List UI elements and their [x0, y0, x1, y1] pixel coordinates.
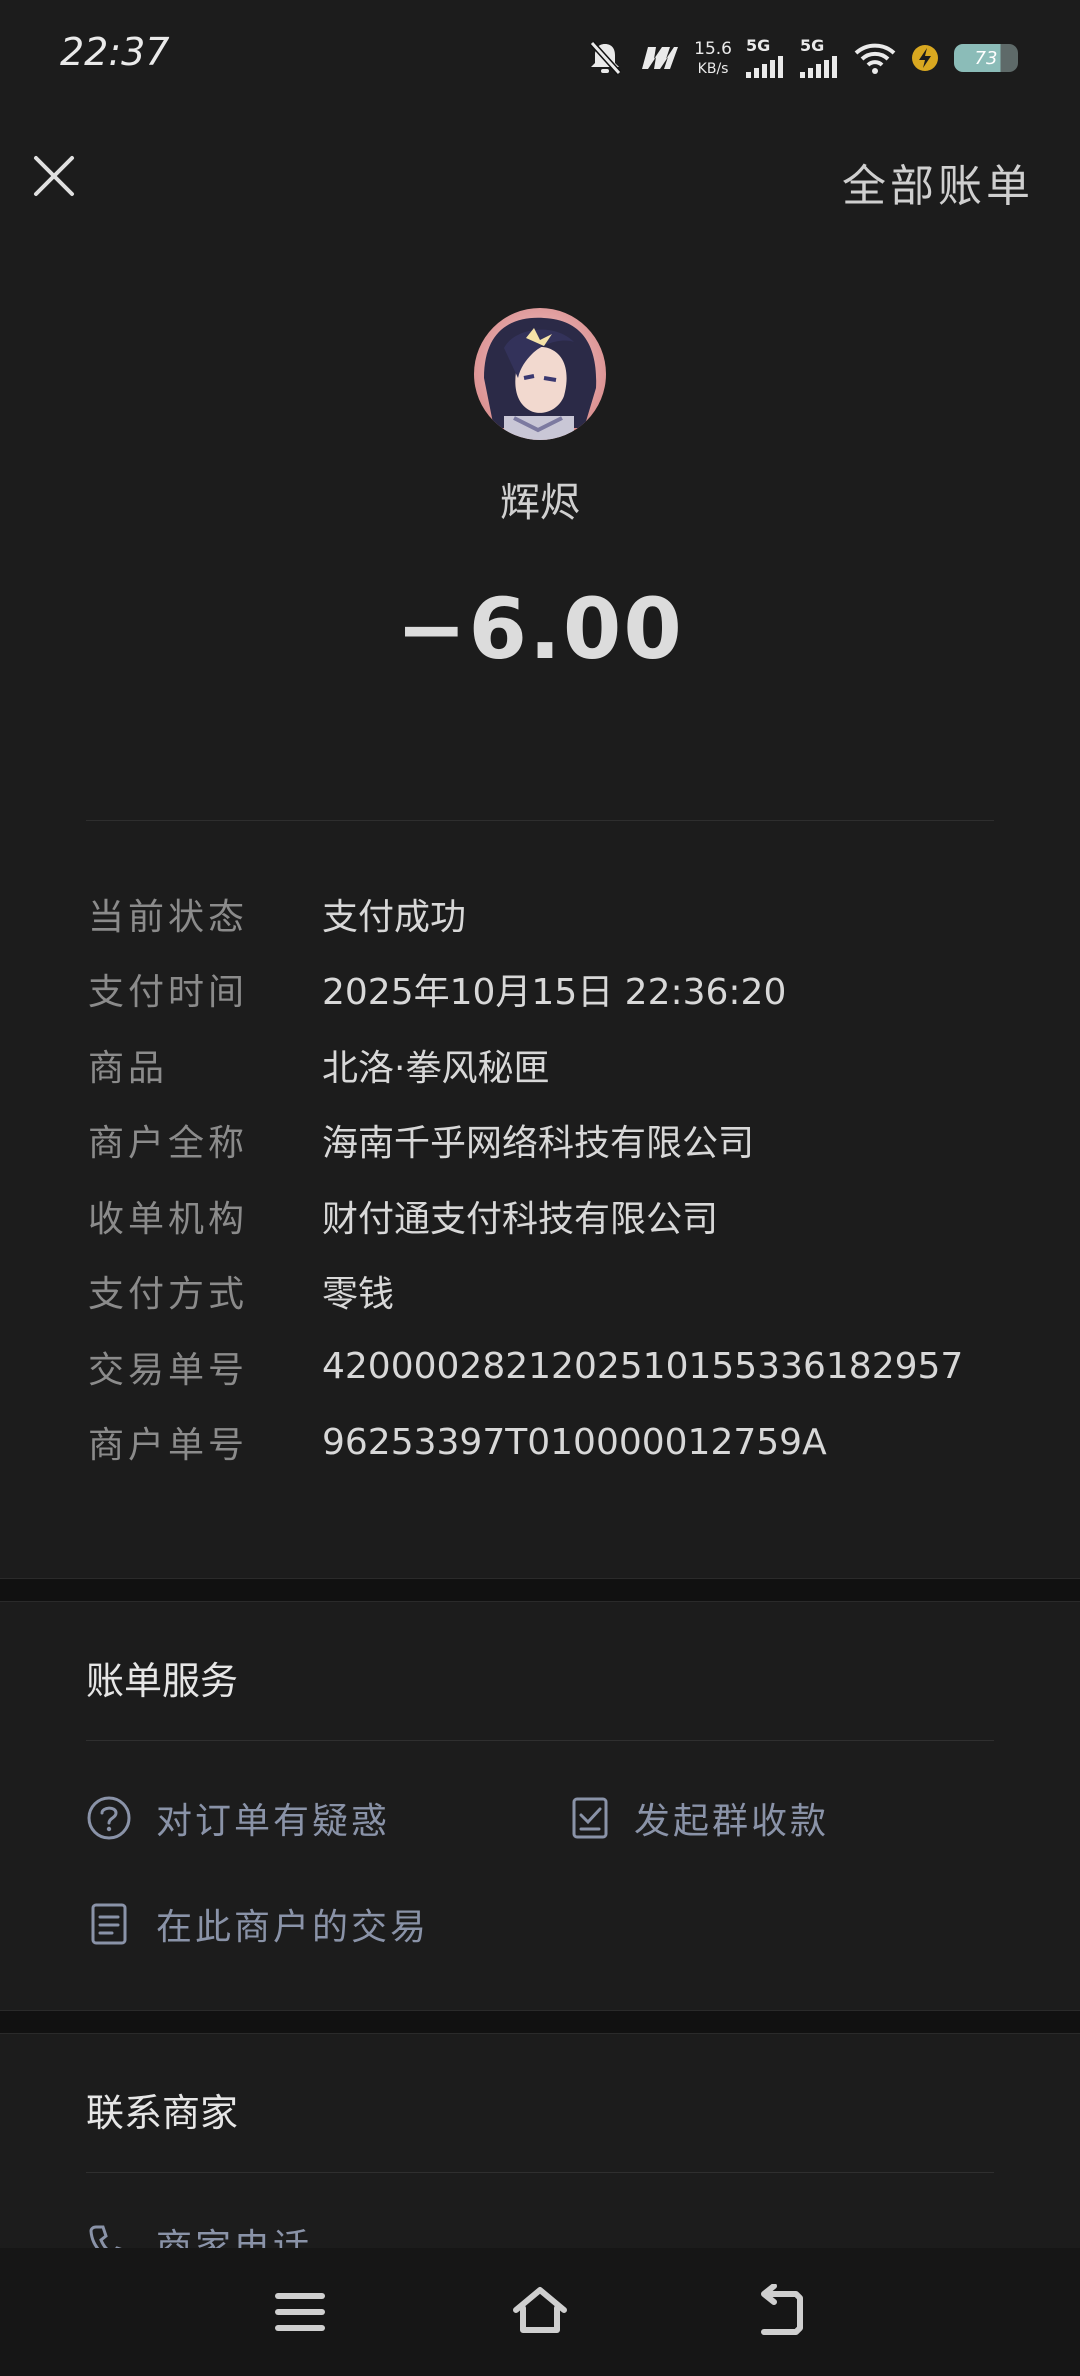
- detail-value: 海南千乎网络科技有限公司: [322, 1123, 755, 1165]
- detail-value[interactable]: 4200002821202510155336182957: [322, 1346, 963, 1387]
- close-button[interactable]: [28, 150, 80, 202]
- transaction-details: 当前状态 支付成功 支付时间 2025年10月15日 22:36:20 商品 北…: [88, 876, 1008, 1480]
- section-separator: [0, 2010, 1080, 2034]
- detail-row-transaction-id: 交易单号 4200002821202510155336182957: [88, 1329, 1008, 1405]
- detail-row-pay-method: 支付方式 零钱: [88, 1254, 1008, 1330]
- group-collection-link[interactable]: 发起群收款: [570, 1792, 829, 1844]
- battery-indicator: 73: [954, 44, 1018, 72]
- signal-bars-icon: [746, 56, 783, 78]
- status-bar: 22:37 15.6 KB/s 5G 5G 73: [0, 0, 1080, 110]
- divider: [86, 2172, 994, 2173]
- network-speed-value: 15.6: [694, 38, 732, 59]
- detail-row-merchant-fullname: 商户全称 海南千乎网络科技有限公司: [88, 1103, 1008, 1179]
- contact-merchant-panel: 联系商家 商家电话: [0, 2034, 1080, 2268]
- checklist-icon: [572, 1797, 608, 1839]
- order-question-link[interactable]: 对订单有疑惑: [86, 1792, 390, 1844]
- mute-bell-icon: [589, 40, 622, 76]
- detail-value: 北洛·拳风秘匣: [322, 1047, 550, 1089]
- detail-row-merchant-order-id: 商户单号 96253397T010000012759A: [88, 1405, 1008, 1481]
- sim1-signal: 5G: [746, 38, 786, 78]
- sim2-signal: 5G: [800, 38, 840, 78]
- detail-label: 支付方式: [88, 1274, 249, 1316]
- merchant-transactions-label: 在此商户的交易: [156, 1907, 430, 1948]
- signal-bars-icon: [800, 56, 837, 78]
- group-collection-label: 发起群收款: [634, 1801, 830, 1842]
- status-icons: 15.6 KB/s 5G 5G 73: [588, 30, 1018, 86]
- home-icon[interactable]: [510, 2284, 570, 2340]
- detail-label: 收单机构: [88, 1198, 249, 1240]
- bill-services-panel: 账单服务 对订单有疑惑 发起群收款 在此商户的交易: [0, 1602, 1080, 2010]
- detail-label: 当前状态: [88, 896, 249, 938]
- wifi-icon: [854, 43, 896, 74]
- section-separator: [0, 1578, 1080, 1602]
- divider: [86, 820, 994, 821]
- detail-label: 商户全称: [88, 1123, 249, 1165]
- sim1-label: 5G: [746, 36, 771, 55]
- detail-value: 支付成功: [322, 896, 467, 938]
- detail-label: 支付时间: [88, 972, 249, 1014]
- detail-label: 商户单号: [88, 1425, 249, 1467]
- order-question-label: 对订单有疑惑: [156, 1801, 391, 1842]
- detail-row-product: 商品 北洛·拳风秘匣: [88, 1027, 1008, 1103]
- merchant-transactions-link[interactable]: 在此商户的交易: [86, 1898, 429, 1950]
- detail-value: 财付通支付科技有限公司: [322, 1198, 719, 1240]
- charging-icon: [912, 45, 938, 71]
- anime-avatar-image: [474, 308, 606, 440]
- detail-label: 商品: [88, 1047, 169, 1089]
- all-bills-link[interactable]: 全部账单: [842, 150, 1034, 214]
- detail-row-pay-time: 支付时间 2025年10月15日 22:36:20: [88, 952, 1008, 1028]
- document-icon: [91, 1903, 127, 1945]
- section-title: 联系商家: [86, 2091, 239, 2135]
- detail-row-status: 当前状态 支付成功: [88, 876, 1008, 952]
- system-nav-bar: [0, 2248, 1080, 2376]
- transaction-amount: −6.00: [396, 580, 684, 678]
- detail-value: 零钱: [322, 1274, 395, 1316]
- divider: [86, 1740, 994, 1741]
- m-logo-icon: [642, 47, 679, 69]
- status-time: 22:37: [60, 30, 170, 74]
- question-circle-icon: [87, 1796, 131, 1840]
- section-title: 账单服务: [86, 1659, 239, 1703]
- detail-value: 2025年10月15日 22:36:20: [322, 972, 787, 1014]
- merchant-name: 辉烬: [500, 480, 580, 526]
- sim2-label: 5G: [800, 36, 825, 55]
- network-speed-unit: KB/s: [697, 60, 729, 77]
- merchant-avatar: [474, 308, 606, 440]
- network-speed: 15.6 KB/s: [694, 38, 732, 77]
- menu-icon[interactable]: [270, 2284, 330, 2340]
- detail-row-acquirer: 收单机构 财付通支付科技有限公司: [88, 1178, 1008, 1254]
- back-icon[interactable]: [750, 2284, 810, 2340]
- detail-value[interactable]: 96253397T010000012759A: [322, 1422, 827, 1463]
- detail-label: 交易单号: [88, 1349, 249, 1391]
